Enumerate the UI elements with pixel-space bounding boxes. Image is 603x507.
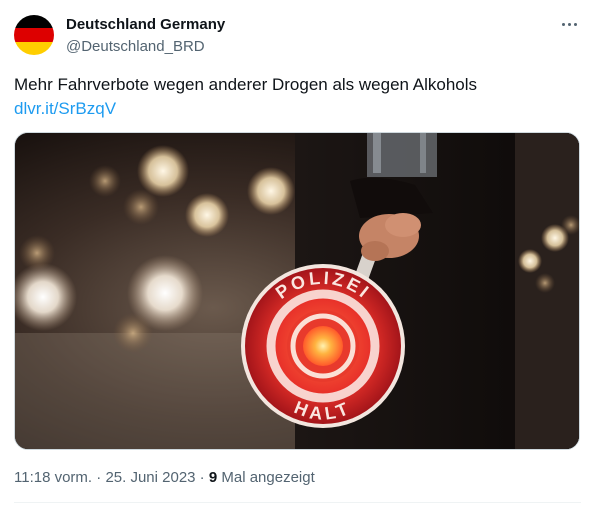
views-label: Mal angezeigt <box>217 469 315 486</box>
meta-separator: · <box>195 469 209 486</box>
avatar-stripe-gold <box>14 41 54 55</box>
avatar-stripe-red <box>14 28 54 42</box>
tweet-link[interactable]: dlvr.it/SrBzqV <box>14 98 116 119</box>
tweet-media-image[interactable]: POLIZEI HALT <box>14 132 580 450</box>
photo-police-stop-sign: POLIZEI HALT <box>15 133 579 449</box>
tweet-header: Deutschland Germany @Deutschland_BRD <box>14 14 225 56</box>
tweet-card: Deutschland Germany @Deutschland_BRD Meh… <box>0 0 603 507</box>
avatar[interactable] <box>14 15 54 55</box>
handle[interactable]: @Deutschland_BRD <box>66 37 225 56</box>
tweet-date[interactable]: 25. Juni 2023 <box>105 469 195 486</box>
meta-separator: · <box>92 469 106 486</box>
avatar-stripe-black <box>14 15 54 29</box>
tweet-meta: 11:18 vorm. · 25. Juni 2023 · 9 Mal ange… <box>14 468 315 487</box>
divider <box>14 502 581 503</box>
author-names: Deutschland Germany @Deutschland_BRD <box>66 15 225 56</box>
views-count: 9 <box>208 469 218 486</box>
more-dot <box>573 22 577 26</box>
tweet-time[interactable]: 11:18 vorm. <box>14 469 92 486</box>
more-dot <box>561 22 565 26</box>
more-horizontal-icon[interactable] <box>557 14 581 34</box>
more-dot <box>567 22 571 26</box>
display-name[interactable]: Deutschland Germany <box>66 15 225 34</box>
tweet-text: Mehr Fahrverbote wegen anderer Drogen al… <box>14 75 478 94</box>
